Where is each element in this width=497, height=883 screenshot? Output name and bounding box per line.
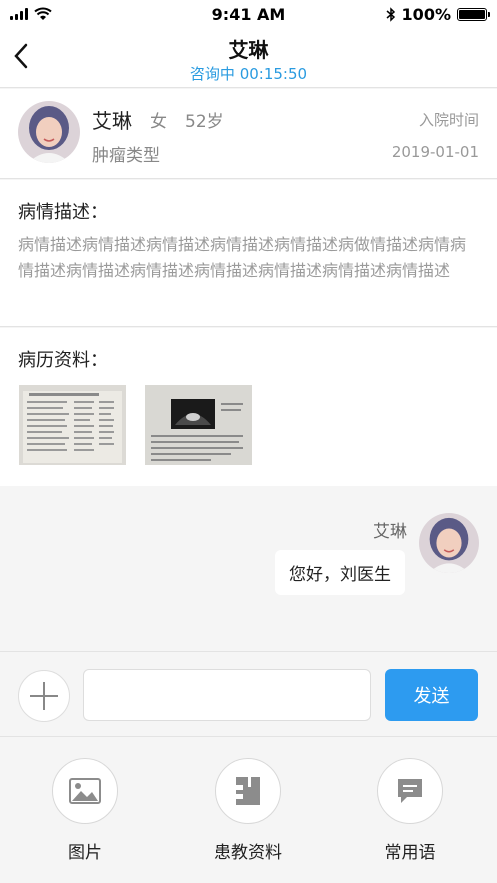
wifi-icon [34, 7, 52, 20]
admission-label: 入院时间 [418, 111, 479, 129]
tool-image-label: 图片 [68, 843, 102, 863]
medical-records: 病历资料： [0, 328, 497, 486]
consult-status: 咨询中 00:15:50 [189, 65, 308, 83]
image-icon[interactable] [52, 758, 118, 824]
message-icon[interactable] [377, 758, 443, 824]
admission-date: 2019-01-01 [391, 143, 479, 161]
records-title: 病历资料： [18, 350, 108, 371]
battery-percent: 100% [401, 4, 451, 24]
signal-icon [10, 8, 28, 20]
tool-phrases-label: 常用语 [384, 843, 436, 863]
patient-avatar [18, 101, 80, 163]
input-bar: 发送 [0, 651, 497, 737]
patient-name: 艾琳 [92, 109, 132, 133]
nav-bar: 艾琳 咨询中 00:15:50 [0, 28, 497, 88]
tool-education[interactable]: 患教资料 [188, 758, 308, 863]
status-time: 9:41 AM [211, 4, 286, 24]
description-text: 病情描述病情描述病情描述病情描述病情描述病做情描述病情病情描述病情描述病情描述病… [18, 235, 467, 280]
tumor-type: 肿瘤类型 [92, 146, 160, 166]
message-input[interactable] [83, 669, 371, 721]
patient-card: 艾琳 女 52岁 肿瘤类型 入院时间 2019-01-01 [0, 89, 497, 179]
sender-avatar [419, 513, 479, 573]
status-left [10, 7, 130, 21]
ultrasound-image-thumbnail[interactable] [145, 385, 252, 465]
description-title: 病情描述： [18, 202, 108, 223]
chat-area: 艾琳 您好，刘医生 [0, 487, 497, 651]
patient-age: 52岁 [185, 112, 224, 132]
record-image-thumbnail[interactable] [19, 385, 126, 465]
condition-description: 病情描述： 病情描述病情描述病情描述病情描述病情描述病做情描述病情病情描述病情描… [0, 180, 497, 327]
tool-education-label: 患教资料 [214, 843, 282, 863]
document-icon[interactable] [215, 758, 281, 824]
chat-message-bubble: 您好，刘医生 [275, 550, 405, 595]
status-bar: 9:41 AM 100% [0, 0, 497, 28]
add-attachment-button[interactable] [18, 670, 70, 722]
page-title: 艾琳 [228, 38, 269, 62]
battery-icon [456, 7, 490, 21]
tool-panel: 图片 患教资料 常用语 [0, 738, 497, 883]
tool-image[interactable]: 图片 [25, 758, 145, 863]
status-right: 100% [367, 4, 490, 24]
message-sender-name: 艾琳 [373, 522, 407, 542]
patient-gender: 女 [150, 112, 167, 132]
bluetooth-icon [386, 6, 395, 22]
send-button[interactable]: 发送 [385, 669, 478, 721]
tool-phrases[interactable]: 常用语 [350, 758, 470, 863]
